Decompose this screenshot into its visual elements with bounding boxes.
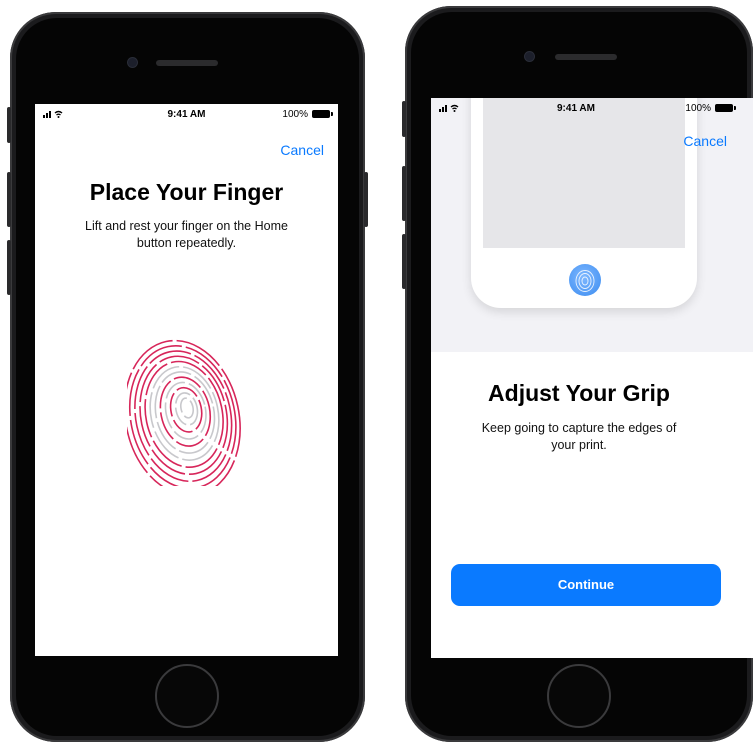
status-bar: 9:41 AM 100% (35, 104, 338, 126)
touch-id-button-icon (569, 264, 601, 296)
fingerprint-ridge (134, 350, 233, 483)
battery-percent: 100% (282, 109, 308, 120)
right-screen: 9:41 AM 100% Cancel Adjust Your Grip Kee… (431, 98, 753, 658)
fingerprint-icon (123, 326, 247, 497)
earpiece-speaker (156, 60, 218, 66)
continue-button[interactable]: Continue (451, 564, 721, 606)
page-title: Adjust Your Grip (488, 380, 670, 406)
phone-home-button-icon (471, 98, 697, 308)
front-camera-icon (128, 58, 137, 67)
front-camera-icon (525, 52, 534, 61)
cancel-button[interactable]: Cancel (280, 142, 324, 158)
mute-switch (402, 101, 406, 137)
volume-up-button (7, 172, 11, 227)
mute-switch (7, 107, 11, 143)
status-bar: 9:41 AM 100% (431, 98, 753, 120)
volume-down-button (7, 240, 11, 295)
fingerprint-ridge (179, 397, 195, 419)
instruction-text: Keep going to capture the edges of your … (481, 421, 677, 452)
volume-up-button (402, 166, 406, 221)
left-phone: 9:41 AM 100% Cancel Place Your Finger Li… (7, 12, 368, 742)
home-button[interactable] (155, 664, 219, 728)
left-screen: 9:41 AM 100% Cancel Place Your Finger Li… (35, 104, 338, 656)
battery-icon (715, 104, 736, 112)
instruction-text: Lift and rest your finger on the Home bu… (85, 219, 288, 250)
home-button[interactable] (547, 664, 611, 728)
volume-down-button (402, 234, 406, 289)
battery-percent: 100% (685, 103, 711, 114)
cancel-button[interactable]: Cancel (683, 133, 727, 149)
earpiece-speaker (555, 54, 617, 60)
right-phone: 9:41 AM 100% Cancel Adjust Your Grip Kee… (402, 6, 753, 742)
power-button (364, 172, 368, 227)
illustration-screen (483, 98, 685, 248)
page-title: Place Your Finger (89, 179, 284, 205)
battery-icon (312, 110, 333, 118)
